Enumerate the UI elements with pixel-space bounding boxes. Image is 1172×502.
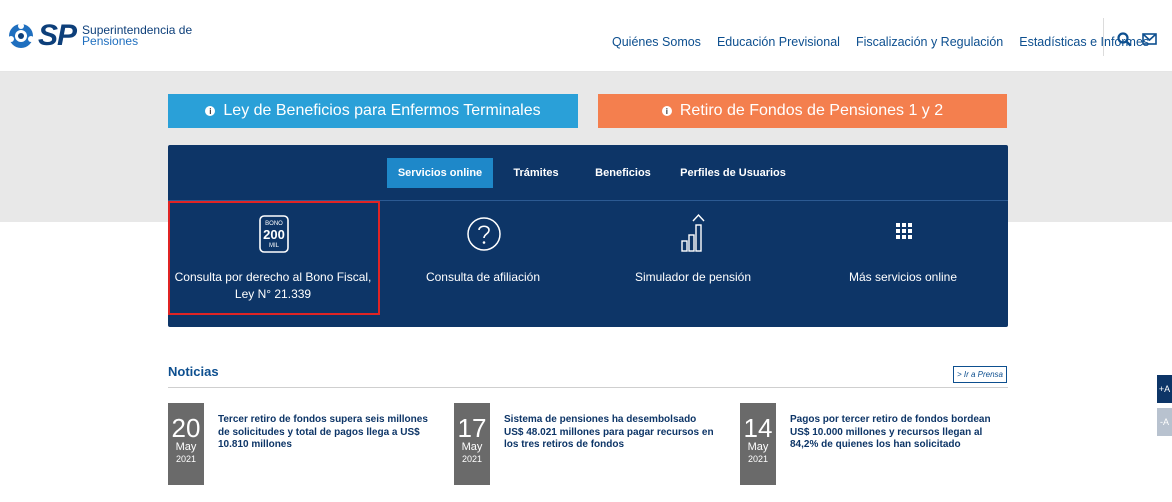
service-highlight-box (168, 201, 380, 315)
tab-perfiles-usuarios[interactable]: Perfiles de Usuarios (678, 158, 788, 188)
news-divider (168, 387, 1008, 388)
news-headline[interactable]: Sistema de pensiones ha desembolsado US$… (504, 414, 716, 452)
font-increase-button[interactable]: +A (1157, 375, 1172, 403)
news-card[interactable]: 20 May 2021 Tercer retiro de fondos supe… (168, 403, 436, 485)
tab-beneficios[interactable]: Beneficios (588, 158, 658, 188)
font-decrease-button[interactable]: -A (1157, 408, 1172, 436)
ir-a-prensa-link[interactable]: > Ir a Prensa (953, 366, 1007, 383)
news-date: 14 May 2021 (740, 403, 776, 485)
main-nav: Quiénes Somos Educación Previsional Fisc… (612, 35, 1149, 49)
info-icon: i (661, 106, 672, 116)
news-year: 2021 (461, 454, 483, 464)
news-card[interactable]: 14 May 2021 Pagos por tercer retiro de f… (740, 403, 1008, 485)
service-mas-servicios[interactable]: Más servicios online (798, 203, 1008, 323)
nav-item-quienes-somos[interactable]: Quiénes Somos (612, 35, 701, 49)
news-year: 2021 (747, 454, 769, 464)
service-label: Más servicios online (848, 270, 958, 284)
news-date: 17 May 2021 (454, 403, 490, 485)
bar-chart-up-icon (681, 213, 705, 252)
mail-icon[interactable] (1142, 32, 1157, 46)
news-day: 20 (171, 413, 201, 443)
site-header: SP Superintendencia de Pensiones Quiénes… (0, 0, 1172, 72)
header-divider (1103, 18, 1104, 56)
news-section-title: Noticias (168, 364, 219, 379)
question-circle-icon (467, 217, 501, 251)
service-label: Consulta de afiliación (425, 270, 541, 284)
logo-line2: Pensiones (82, 34, 139, 48)
news-day: 14 (743, 413, 773, 443)
nav-item-fiscalizacion[interactable]: Fiscalización y Regulación (856, 35, 1003, 49)
logo-mark: SP (38, 19, 77, 52)
banner-label: Retiro de Fondos de Pensiones 1 y 2 (679, 102, 944, 119)
tab-servicios-online[interactable]: Servicios online (387, 158, 493, 188)
info-icon: i (205, 106, 216, 116)
news-year: 2021 (175, 454, 197, 464)
service-label: Simulador de pensión (634, 270, 752, 284)
news-headline[interactable]: Pagos por tercer retiro de fondos bordea… (790, 414, 1002, 452)
banner-label: Ley de Beneficios para Enfermos Terminal… (223, 102, 541, 119)
service-simulador-pension[interactable]: Simulador de pensión (588, 203, 798, 323)
logo-wordmark: Superintendencia de Pensiones (82, 24, 192, 48)
grid-icon (896, 223, 912, 239)
logo-emblem-icon (8, 23, 34, 48)
service-consulta-afiliacion[interactable]: Consulta de afiliación (378, 203, 588, 323)
nav-item-educacion-previsional[interactable]: Educación Previsional (717, 35, 840, 49)
tab-tramites[interactable]: Trámites (506, 158, 566, 188)
services-tabs: Servicios online Trámites Beneficios Per… (168, 158, 1008, 188)
news-card[interactable]: 17 May 2021 Sistema de pensiones ha dese… (454, 403, 722, 485)
search-icon[interactable] (1117, 32, 1132, 47)
news-day: 17 (457, 413, 487, 443)
banner-enfermos-terminales[interactable]: i Ley de Beneficios para Enfermos Termin… (168, 94, 578, 128)
banner-retiro-fondos[interactable]: i Retiro de Fondos de Pensiones 1 y 2 (598, 94, 1007, 128)
news-date: 20 May 2021 (168, 403, 204, 485)
site-logo[interactable]: SP Superintendencia de Pensiones (8, 19, 192, 52)
news-headline[interactable]: Tercer retiro de fondos supera seis mill… (218, 414, 430, 452)
